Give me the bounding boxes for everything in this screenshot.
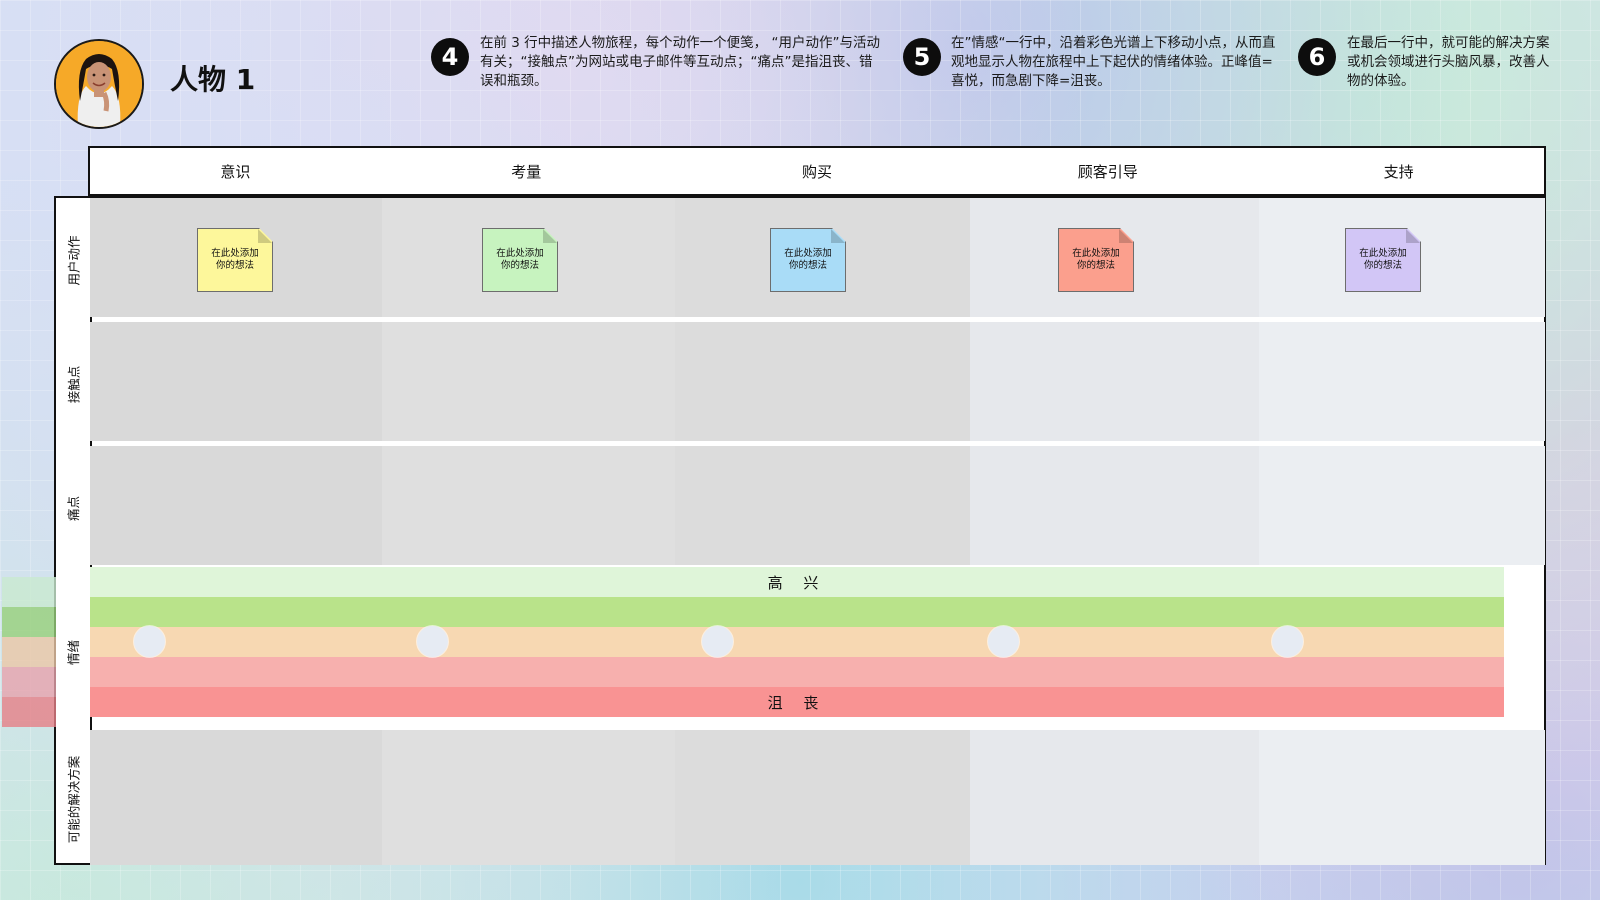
stage-awareness: 意识	[220, 162, 251, 181]
journey-cell[interactable]	[675, 322, 970, 441]
solution-cell[interactable]	[675, 730, 970, 865]
step-5-badge: 5	[903, 38, 941, 76]
emotion-band-ext	[2, 577, 56, 607]
step-5-instructions: 在”情感“一行中，沿着彩色光谱上下移动小点，从而直观地显示人物在旅程中上下起伏的…	[951, 35, 1276, 89]
emotion-dot[interactable]	[988, 626, 1019, 657]
sticky-note[interactable]: 在此处添加 你的想法	[1058, 228, 1134, 292]
row-label-touchpoints: 接触点	[66, 365, 82, 403]
persona-title: 人物 1	[170, 63, 256, 96]
emotion-bottom-label-wrap: 沮 丧	[90, 687, 1504, 717]
step-4-instructions: 在前 3 行中描述人物旅程，每个动作一个便笺， “用户动作”与活动有关；“接触点…	[480, 35, 880, 89]
emotion-band-ext	[2, 637, 56, 667]
journey-cell[interactable]	[382, 322, 675, 441]
row-label-pain-points: 痛点	[66, 495, 82, 521]
emotion-top-label: 高 兴	[767, 573, 827, 592]
stage-onboarding: 顾客引导	[1077, 162, 1138, 181]
stage-consideration: 考量	[511, 162, 542, 181]
sticky-note[interactable]: 在此处添加 你的想法	[1345, 228, 1421, 292]
solution-cell[interactable]	[1259, 730, 1545, 865]
emotion-band-ext	[2, 667, 56, 697]
emotion-dot[interactable]	[1272, 626, 1303, 657]
journey-cell[interactable]	[1259, 322, 1545, 441]
sticky-note[interactable]: 在此处添加 你的想法	[197, 228, 273, 292]
emotion-band	[90, 657, 1504, 687]
emotion-bottom-label: 沮 丧	[767, 693, 827, 712]
journey-cell[interactable]	[970, 446, 1259, 565]
sticky-note[interactable]: 在此处添加 你的想法	[770, 228, 846, 292]
sticky-note[interactable]: 在此处添加 你的想法	[482, 228, 558, 292]
journey-cell[interactable]	[382, 446, 675, 565]
stage-support: 支持	[1383, 162, 1414, 181]
solution-cell[interactable]	[90, 730, 382, 865]
emotion-dot[interactable]	[134, 626, 165, 657]
step-6-badge: 6	[1298, 38, 1336, 76]
row-label-solutions: 可能的解决方案	[66, 755, 82, 844]
emotion-dot[interactable]	[702, 626, 733, 657]
journey-cell[interactable]	[1259, 446, 1545, 565]
emotion-band-ext	[2, 697, 56, 727]
step-6-instructions: 在最后一行中，就可能的解决方案或机会领域进行头脑风暴，改善人物的体验。	[1347, 35, 1550, 89]
row-labels: 用户动作 接触点 痛点 情绪 可能的解决方案	[56, 198, 92, 863]
persona-avatar	[54, 39, 144, 129]
stage-purchase: 购买	[801, 162, 832, 181]
emotion-band	[90, 597, 1504, 627]
step-4-badge: 4	[431, 38, 469, 76]
solution-cell[interactable]	[970, 730, 1259, 865]
emotion-dot[interactable]	[417, 626, 448, 657]
journey-cell[interactable]	[970, 322, 1259, 441]
solution-cell[interactable]	[382, 730, 675, 865]
stage-header: 意识 考量 购买 顾客引导 支持	[88, 146, 1546, 196]
journey-cell[interactable]	[90, 322, 382, 441]
row-label-user-actions: 用户动作	[66, 234, 82, 286]
emotion-top-label-wrap: 高 兴	[90, 567, 1504, 597]
journey-board: 用户动作 接触点 痛点 情绪 可能的解决方案 在此处添加 你的想法 在此处添加 你…	[2, 196, 1546, 865]
persona-photo-icon	[56, 41, 142, 127]
emotion-band-ext	[2, 607, 56, 637]
journey-cell[interactable]	[675, 446, 970, 565]
row-label-emotion: 情绪	[66, 639, 82, 665]
journey-cell[interactable]	[90, 446, 382, 565]
